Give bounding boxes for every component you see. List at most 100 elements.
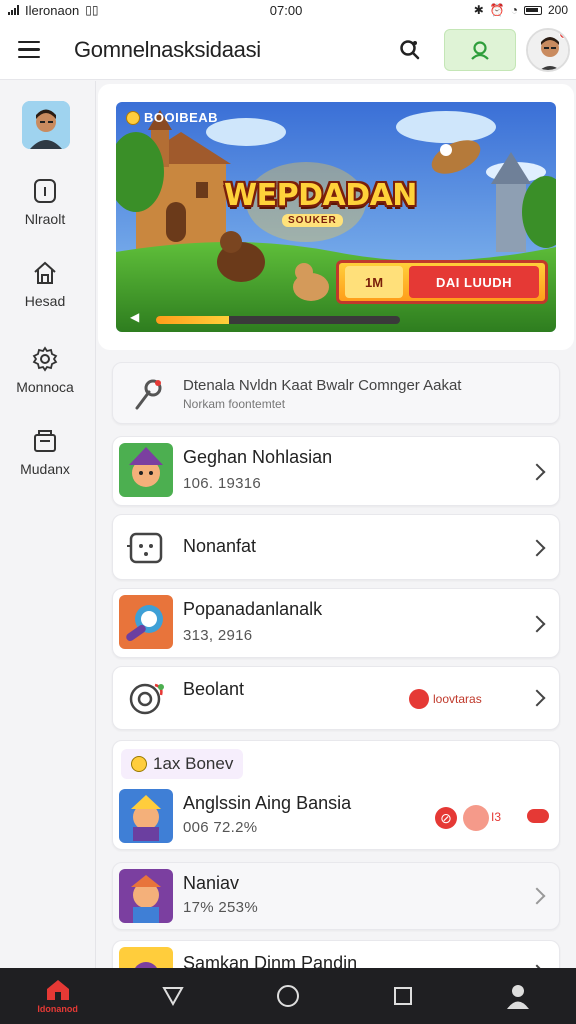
list-item-subtitle: 17% 253%	[183, 899, 258, 916]
record-icon	[463, 805, 489, 831]
sidebar-item-label: Monnoca	[16, 379, 74, 395]
list-item[interactable]: Beolant loovtaras	[112, 666, 560, 730]
volume-icon[interactable]: ◀	[130, 310, 139, 324]
pin-icon	[135, 379, 162, 410]
game-thumbnail	[119, 869, 173, 923]
sidebar-item-info[interactable]: Nlraolt	[0, 177, 90, 227]
status-badge-label: I3	[491, 810, 502, 824]
user-circle-icon	[471, 40, 489, 60]
carrier-label: Ileronaon	[25, 2, 80, 18]
notice-title: Dtenala Nvldn Kaat Bwalr Comnger Aakat	[183, 377, 462, 394]
banner-title: WEPDADAN	[224, 178, 417, 213]
app-bar: Gomnelnasksidaasi	[0, 20, 576, 80]
person-icon	[507, 985, 530, 1009]
list-item-title: Nonanfat	[183, 536, 257, 556]
search-button[interactable]	[390, 30, 430, 70]
status-left: Ileronaon ▯▯	[8, 3, 98, 18]
sidebar-item-label: Hesad	[24, 293, 66, 309]
nav-home-label: Idonanod	[37, 1004, 78, 1014]
battery-label: 200	[547, 3, 568, 17]
cta-left-label: 1M	[345, 266, 403, 298]
home-icon	[46, 980, 69, 1000]
sim-icon: ▯▯	[85, 3, 99, 17]
nav-home-circle[interactable]	[248, 968, 328, 1024]
list-item-subtitle: 106. 19316	[183, 475, 262, 492]
square-icon	[394, 987, 413, 1005]
banner-tag: BOOIBEAB	[126, 110, 218, 125]
hamburger-icon	[18, 40, 40, 44]
bluetooth-icon: ✱	[473, 3, 484, 17]
circle-icon	[276, 985, 299, 1007]
status-right: ✱ ⏰ ◔ 200	[474, 3, 568, 17]
sidebar-avatar[interactable]	[22, 101, 70, 149]
record-icon	[409, 689, 429, 709]
status-badge-label: loovtaras	[433, 692, 482, 706]
list-item[interactable]: Anglssin Aing Bansia 006 72.2% ⊘ I3	[113, 785, 559, 849]
wifi-icon: ◔	[510, 3, 518, 17]
list-item[interactable]: Geghan Nohlasian 106. 19316	[112, 436, 560, 506]
sidebar-item-settings[interactable]: Monnoca	[0, 345, 90, 395]
clock: 07:00	[269, 2, 303, 18]
notice-card[interactable]: Dtenala Nvldn Kaat Bwalr Comnger Aakat N…	[112, 362, 560, 424]
profile-action-button[interactable]	[444, 28, 516, 71]
menu-button[interactable]	[0, 20, 58, 80]
promo-banner[interactable]: BOOIBEAB WEPDADAN SOUKER 1M DAI LUUDH ◀	[116, 102, 556, 332]
game-thumbnail	[119, 789, 173, 843]
status-bar: Ileronaon ▯▯ 07:00 ✱ ⏰ ◔ 200	[0, 0, 576, 20]
coin-icon	[126, 110, 140, 125]
chevron-right-icon	[528, 463, 546, 481]
home-icon	[31, 259, 59, 287]
nav-profile[interactable]	[478, 968, 558, 1024]
battery-icon	[523, 5, 542, 15]
sidebar-item-archive[interactable]: Mudanx	[0, 427, 90, 477]
gear-icon	[31, 345, 59, 373]
game-thumbnail	[119, 595, 173, 649]
archive-icon	[31, 427, 59, 455]
banner-card: BOOIBEAB WEPDADAN SOUKER 1M DAI LUUDH ◀	[98, 84, 574, 350]
banner-tag-label: BOOIBEAB	[144, 110, 219, 125]
game-thumbnail	[119, 443, 173, 497]
notification-dot	[559, 29, 568, 39]
coin-icon	[131, 756, 147, 772]
section-card: 1ax Bonev Anglssin Aing Bansia 006 72.2%…	[112, 740, 560, 850]
alarm-icon: ⏰	[489, 3, 505, 17]
section-badge: 1ax Bonev	[121, 749, 244, 779]
list-item-subtitle: 313, 2916	[183, 627, 253, 644]
banner-cta-button[interactable]: 1M DAI LUUDH	[336, 260, 548, 304]
list-item-subtitle: 006 72.2%	[183, 819, 258, 836]
bottom-nav: Idonanod	[0, 968, 576, 1024]
target-icon	[129, 683, 164, 715]
banner-progress-fill	[156, 316, 230, 324]
nav-home[interactable]: Idonanod	[18, 968, 98, 1024]
toggle-pill[interactable]	[527, 809, 549, 823]
list-item[interactable]: Popanadanlanalk 313, 2916	[112, 588, 560, 658]
avatar-image	[22, 101, 70, 149]
signal-icon	[8, 5, 19, 15]
cta-right-text: DAI LUUDH	[436, 274, 512, 290]
blocked-icon: ⊘	[435, 807, 457, 829]
sidebar-item-label: Mudanx	[20, 461, 70, 477]
search-icon	[400, 39, 420, 59]
list-item[interactable]: Nonanfat	[112, 514, 560, 580]
nav-recents[interactable]	[363, 968, 443, 1024]
notice-subtitle: Norkam foontemtet	[183, 397, 286, 411]
list-item-title: Popanadanlanalk	[183, 599, 323, 619]
sidebar-item-label: Nlraolt	[24, 211, 66, 227]
avatar[interactable]	[526, 27, 570, 72]
chevron-right-icon	[528, 689, 546, 707]
list-item-title: Anglssin Aing Bansia	[183, 793, 352, 813]
banner-progress-bar[interactable]	[156, 316, 400, 324]
section-badge-label: 1ax Bonev	[153, 754, 234, 773]
app-title: Gomnelnasksidaasi	[74, 36, 261, 62]
list-item-title: Naniav	[183, 873, 240, 893]
dice-icon	[127, 532, 163, 564]
chevron-right-icon	[528, 887, 546, 905]
banner-subtitle: SOUKER	[282, 214, 343, 227]
list-item[interactable]: Naniav 17% 253%	[112, 862, 560, 930]
nav-back[interactable]	[133, 968, 213, 1024]
sidebar: Nlraolt Hesad Monnoca Mudanx	[0, 81, 96, 968]
info-icon	[31, 177, 59, 205]
sidebar-item-home[interactable]: Hesad	[0, 259, 90, 309]
chevron-right-icon	[528, 615, 546, 633]
list-item-title: Beolant	[183, 679, 245, 699]
